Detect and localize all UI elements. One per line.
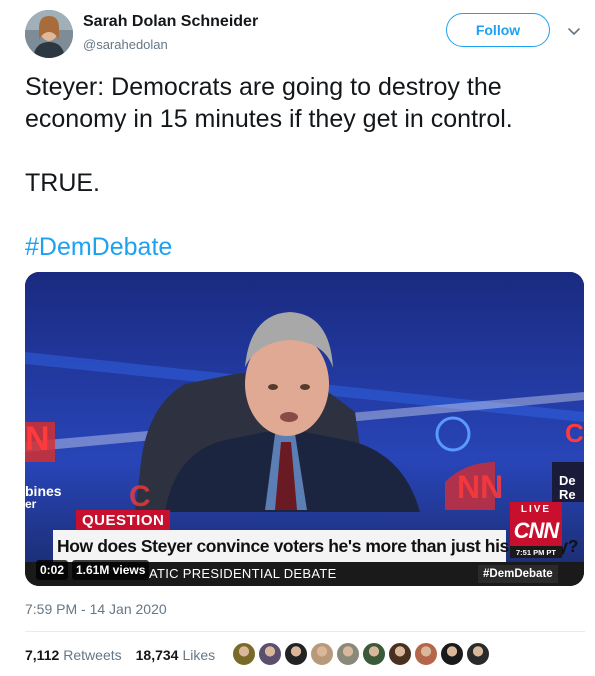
liker-avatar[interactable] xyxy=(362,642,386,666)
svg-text:C: C xyxy=(565,418,584,448)
chyron-main: How does Steyer convince voters he's mor… xyxy=(53,530,578,562)
likes-count: 18,734 xyxy=(135,647,179,663)
liker-avatars xyxy=(232,642,492,666)
tweet-stats: 7,112 Retweets 18,734 Likes xyxy=(25,647,229,663)
tweet-card: Sarah Dolan Schneider @sarahedolan Follo… xyxy=(0,0,595,676)
chevron-down-icon[interactable] xyxy=(566,24,582,40)
tweet-timestamp[interactable]: 7:59 PM - 14 Jan 2020 xyxy=(25,601,167,617)
chyron-tag: QUESTION xyxy=(76,510,171,530)
svg-text:De: De xyxy=(559,473,576,488)
svg-text:NN: NN xyxy=(457,469,503,505)
liker-avatar[interactable] xyxy=(232,642,256,666)
hashtag-link[interactable]: #DemDebate xyxy=(25,231,585,263)
video-player[interactable]: N C bines er De Re C NN QUESTION How doe… xyxy=(25,272,584,586)
liker-avatar[interactable] xyxy=(388,642,412,666)
liker-avatar[interactable] xyxy=(336,642,360,666)
chyron-sub-text: ATIC PRESIDENTIAL DEBATE xyxy=(149,566,337,581)
svg-text:Re: Re xyxy=(559,487,576,502)
avatar-photo xyxy=(25,10,73,58)
likes-label: Likes xyxy=(182,647,216,663)
tweet-text: Steyer: Democrats are going to destroy t… xyxy=(25,71,585,263)
retweets-stat[interactable]: 7,112 Retweets xyxy=(25,647,122,663)
liker-avatar[interactable] xyxy=(284,642,308,666)
live-time: 7:51 PM PT xyxy=(510,546,562,558)
svg-text:C: C xyxy=(129,480,151,513)
likes-stat[interactable]: 18,734 Likes xyxy=(136,647,216,663)
liker-avatar[interactable] xyxy=(440,642,464,666)
liker-avatar[interactable] xyxy=(258,642,282,666)
tweet-text-line: Steyer: Democrats are going to destroy t… xyxy=(25,73,502,101)
liker-avatar[interactable] xyxy=(414,642,438,666)
video-duration: 0:02 xyxy=(36,560,69,580)
follow-button[interactable]: Follow xyxy=(446,13,550,47)
video-views: 1.61M views xyxy=(72,560,150,580)
network-logo: CNN xyxy=(510,516,562,546)
liker-avatar[interactable] xyxy=(310,642,334,666)
tweet-text-line: TRUE. xyxy=(25,169,100,197)
avatar[interactable] xyxy=(25,10,73,58)
user-handle[interactable]: @sarahedolan xyxy=(83,37,168,52)
retweets-label: Retweets xyxy=(63,647,122,663)
chyron-hashtag: #DemDebate xyxy=(478,565,558,583)
user-name[interactable]: Sarah Dolan Schneider xyxy=(83,13,258,31)
network-bug: LIVE CNN 7:51 PM PT xyxy=(510,502,562,558)
retweets-count: 7,112 xyxy=(25,647,60,663)
tweet-text-line: economy in 15 minutes if they get in con… xyxy=(25,105,513,133)
svg-text:N: N xyxy=(25,420,50,458)
liker-avatar[interactable] xyxy=(466,642,490,666)
divider xyxy=(25,631,585,632)
svg-text:er: er xyxy=(25,497,37,511)
live-label: LIVE xyxy=(510,502,562,516)
